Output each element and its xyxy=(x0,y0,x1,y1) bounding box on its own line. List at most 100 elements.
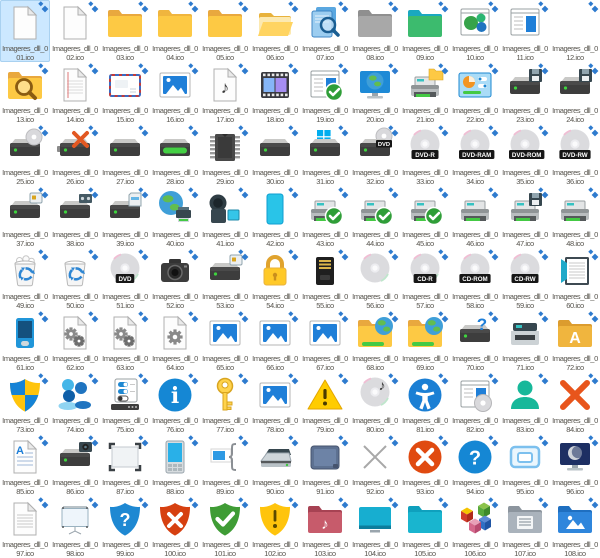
file-item[interactable]: Imageres_dll_0 12.ico xyxy=(550,0,600,62)
file-item[interactable]: Imageres_dll_0 45.ico xyxy=(400,186,450,248)
file-item[interactable]: Imageres_dll_0 108.ico xyxy=(550,496,600,558)
file-item[interactable]: Imageres_dll_0 37.ico xyxy=(0,186,50,248)
file-item[interactable]: Imageres_dll_0 66.ico xyxy=(250,310,300,372)
file-item[interactable]: Imageres_dll_0 90.ico xyxy=(250,434,300,496)
file-item[interactable]: Imageres_dll_0 97.ico xyxy=(0,496,50,558)
file-item[interactable]: Imageres_dll_0 69.ico xyxy=(400,310,450,372)
file-item[interactable]: Imageres_dll_0 60.ico xyxy=(550,248,600,310)
file-item[interactable]: Imageres_dll_0 04.ico xyxy=(150,0,200,62)
file-item[interactable]: Imageres_dll_0 91.ico xyxy=(300,434,350,496)
file-item[interactable]: Imageres_dll_0 87.ico xyxy=(100,434,150,496)
file-item[interactable]: Imageres_dll_0 21.ico xyxy=(400,62,450,124)
file-item[interactable]: Imageres_dll_0 16.ico xyxy=(150,62,200,124)
file-item[interactable]: Imageres_dll_0 25.ico xyxy=(0,124,50,186)
file-item[interactable]: ? Imageres_dll_0 94.ico xyxy=(450,434,500,496)
file-item[interactable]: Imageres_dll_0 104.ico xyxy=(350,496,400,558)
file-item[interactable]: Imageres_dll_0 20.ico xyxy=(350,62,400,124)
file-item[interactable]: Imageres_dll_0 98.ico xyxy=(50,496,100,558)
file-item[interactable]: Imageres_dll_0 86.ico xyxy=(50,434,100,496)
file-item[interactable]: Imageres_dll_0 15.ico xyxy=(100,62,150,124)
file-item[interactable]: Imageres_dll_0 78.ico xyxy=(250,372,300,434)
file-item[interactable]: ♪ Imageres_dll_0 17.ico xyxy=(200,62,250,124)
file-item[interactable]: Imageres_dll_0 56.ico xyxy=(350,248,400,310)
file-item[interactable]: Imageres_dll_0 81.ico xyxy=(400,372,450,434)
file-item[interactable]: CD-RW Imageres_dll_0 59.ico xyxy=(500,248,550,310)
file-item[interactable]: Imageres_dll_0 43.ico xyxy=(300,186,350,248)
file-item[interactable]: Imageres_dll_0 61.ico xyxy=(0,310,50,372)
file-item[interactable]: Imageres_dll_0 62.ico xyxy=(50,310,100,372)
file-item[interactable]: DVD-ROM Imageres_dll_0 35.ico xyxy=(500,124,550,186)
file-item[interactable]: Imageres_dll_0 54.ico xyxy=(250,248,300,310)
file-item[interactable]: Imageres_dll_0 02.ico xyxy=(50,0,100,62)
file-item[interactable]: Imageres_dll_0 55.ico xyxy=(300,248,350,310)
file-item[interactable]: Imageres_dll_0 39.ico xyxy=(100,186,150,248)
file-item[interactable]: Imageres_dll_0 53.ico xyxy=(200,248,250,310)
file-item[interactable]: Imageres_dll_0 73.ico xyxy=(0,372,50,434)
file-item[interactable]: A Imageres_dll_0 85.ico xyxy=(0,434,50,496)
file-item[interactable]: Imageres_dll_0 08.ico xyxy=(350,0,400,62)
file-item[interactable]: Imageres_dll_0 38.ico xyxy=(50,186,100,248)
file-item[interactable]: Imageres_dll_0 83.ico xyxy=(500,372,550,434)
file-item[interactable]: Imageres_dll_0 28.ico xyxy=(150,124,200,186)
file-item[interactable]: Imageres_dll_0 06.ico xyxy=(250,0,300,62)
file-item[interactable]: Imageres_dll_0 50.ico xyxy=(50,248,100,310)
file-item[interactable]: Imageres_dll_0 96.ico xyxy=(550,434,600,496)
file-item[interactable]: Imageres_dll_0 102.ico xyxy=(250,496,300,558)
file-item[interactable]: ? Imageres_dll_0 99.ico xyxy=(100,496,150,558)
file-item[interactable]: DVD Imageres_dll_0 51.ico xyxy=(100,248,150,310)
file-item[interactable]: Imageres_dll_0 101.ico xyxy=(200,496,250,558)
file-item[interactable]: ♪ Imageres_dll_0 103.ico xyxy=(300,496,350,558)
file-item[interactable]: Imageres_dll_0 71.ico xyxy=(500,310,550,372)
file-item[interactable]: Imageres_dll_0 65.ico xyxy=(200,310,250,372)
file-item[interactable]: Imageres_dll_0 30.ico xyxy=(250,124,300,186)
file-item[interactable]: Imageres_dll_0 03.ico xyxy=(100,0,150,62)
file-item[interactable]: Imageres_dll_0 26.ico xyxy=(50,124,100,186)
file-item[interactable]: Imageres_dll_0 52.ico xyxy=(150,248,200,310)
file-item[interactable]: Imageres_dll_0 01.ico xyxy=(0,0,50,62)
file-item[interactable]: Imageres_dll_0 10.ico xyxy=(450,0,500,62)
file-item[interactable]: Imageres_dll_0 77.ico xyxy=(200,372,250,434)
file-item[interactable]: Imageres_dll_0 88.ico xyxy=(150,434,200,496)
file-item[interactable]: Imageres_dll_0 63.ico xyxy=(100,310,150,372)
file-item[interactable]: Imageres_dll_0 05.ico xyxy=(200,0,250,62)
file-item[interactable]: Imageres_dll_0 31.ico xyxy=(300,124,350,186)
file-item[interactable]: Imageres_dll_0 89.ico xyxy=(200,434,250,496)
file-item[interactable]: Imageres_dll_0 14.ico xyxy=(50,62,100,124)
file-item[interactable]: Imageres_dll_0 47.ico xyxy=(500,186,550,248)
file-item[interactable]: Imageres_dll_0 46.ico xyxy=(450,186,500,248)
file-item[interactable]: Imageres_dll_0 41.ico xyxy=(200,186,250,248)
file-item[interactable]: ? Imageres_dll_0 70.ico xyxy=(450,310,500,372)
file-item[interactable]: Imageres_dll_0 107.ico xyxy=(500,496,550,558)
file-item[interactable]: DVD-RAM Imageres_dll_0 34.ico xyxy=(450,124,500,186)
file-item[interactable]: Imageres_dll_0 95.ico xyxy=(500,434,550,496)
file-item[interactable]: Imageres_dll_0 29.ico xyxy=(200,124,250,186)
file-item[interactable]: A Imageres_dll_0 72.ico xyxy=(550,310,600,372)
file-item[interactable]: CD-ROM Imageres_dll_0 58.ico xyxy=(450,248,500,310)
file-item[interactable]: Imageres_dll_0 67.ico xyxy=(300,310,350,372)
file-item[interactable]: Imageres_dll_0 106.ico xyxy=(450,496,500,558)
file-item[interactable]: Imageres_dll_0 23.ico xyxy=(500,62,550,124)
file-item[interactable]: Imageres_dll_0 105.ico xyxy=(400,496,450,558)
file-item[interactable]: Imageres_dll_0 79.ico xyxy=(300,372,350,434)
file-item[interactable]: Imageres_dll_0 44.ico xyxy=(350,186,400,248)
file-item[interactable]: DVD Imageres_dll_0 32.ico xyxy=(350,124,400,186)
file-item[interactable]: Imageres_dll_0 13.ico xyxy=(0,62,50,124)
file-item[interactable]: Imageres_dll_0 92.ico xyxy=(350,434,400,496)
file-item[interactable]: Imageres_dll_0 07.ico xyxy=(300,0,350,62)
file-item[interactable]: Imageres_dll_0 11.ico xyxy=(500,0,550,62)
file-item[interactable]: Imageres_dll_0 09.ico xyxy=(400,0,450,62)
file-item[interactable]: Imageres_dll_0 19.ico xyxy=(300,62,350,124)
file-item[interactable]: ♪ Imageres_dll_0 80.ico xyxy=(350,372,400,434)
file-item[interactable]: Imageres_dll_0 75.ico xyxy=(100,372,150,434)
file-item[interactable]: Imageres_dll_0 40.ico xyxy=(150,186,200,248)
file-item[interactable]: Imageres_dll_0 42.ico xyxy=(250,186,300,248)
file-item[interactable]: CD-R Imageres_dll_0 57.ico xyxy=(400,248,450,310)
file-item[interactable]: Imageres_dll_0 22.ico xyxy=(450,62,500,124)
file-item[interactable]: i Imageres_dll_0 76.ico xyxy=(150,372,200,434)
file-item[interactable]: Imageres_dll_0 84.ico xyxy=(550,372,600,434)
file-item[interactable]: Imageres_dll_0 68.ico xyxy=(350,310,400,372)
file-item[interactable]: Imageres_dll_0 74.ico xyxy=(50,372,100,434)
file-item[interactable]: Imageres_dll_0 93.ico xyxy=(400,434,450,496)
file-item[interactable]: Imageres_dll_0 24.ico xyxy=(550,62,600,124)
file-item[interactable]: Imageres_dll_0 82.ico xyxy=(450,372,500,434)
